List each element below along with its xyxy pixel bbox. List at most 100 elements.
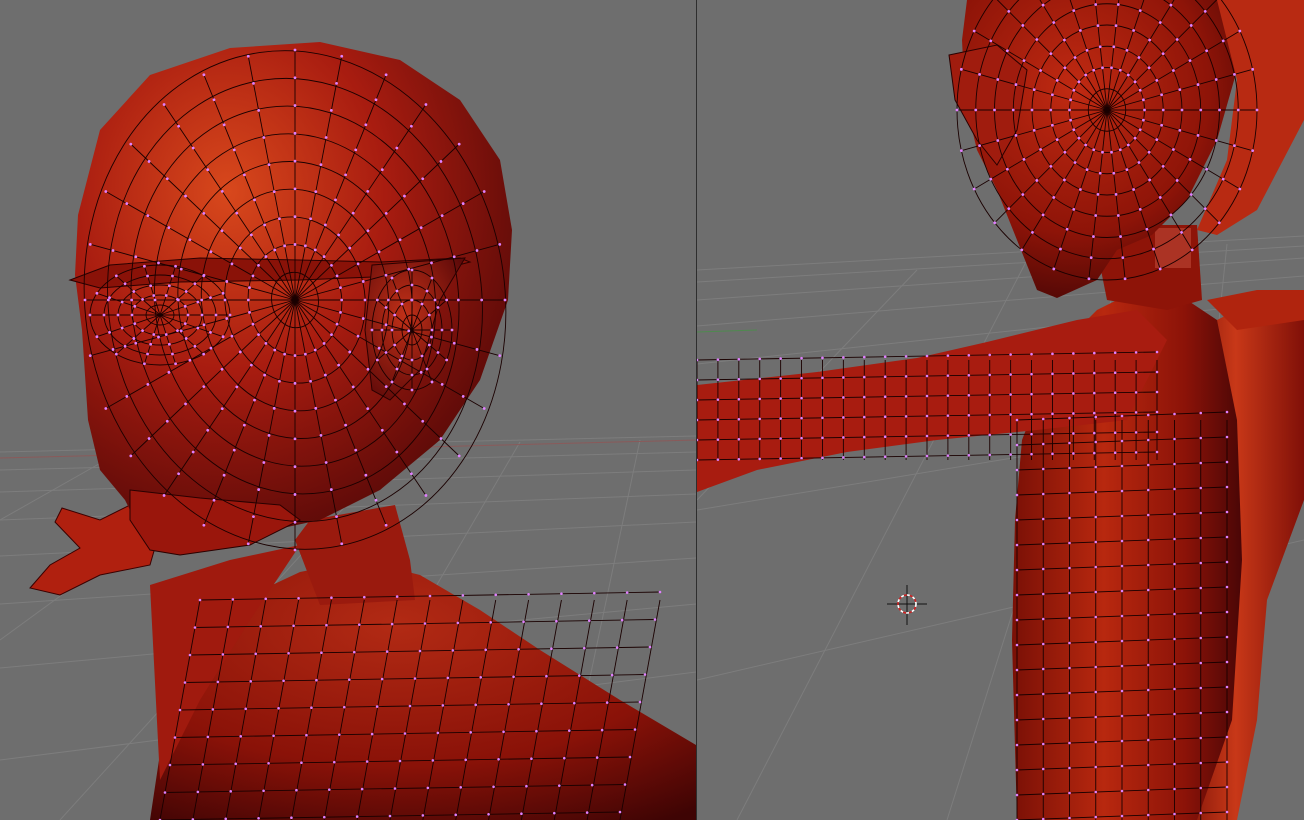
- mesh-vertex: [153, 298, 157, 302]
- mesh-vertex: [1068, 766, 1071, 770]
- mesh-vertex: [1020, 248, 1024, 252]
- mesh-vertex: [335, 81, 338, 85]
- mesh-vertex: [132, 337, 136, 340]
- mesh-vertex: [446, 676, 450, 680]
- mesh-vertex: [229, 790, 233, 793]
- mesh-vertex: [1049, 164, 1053, 168]
- mesh-vertex: [1173, 412, 1176, 416]
- mesh-vertex: [1069, 118, 1072, 122]
- mesh-vertex: [427, 343, 431, 347]
- mesh-vertex: [202, 352, 206, 356]
- mesh-vertex: [1009, 433, 1012, 436]
- mesh-vertex: [1094, 740, 1098, 744]
- mesh-vertex: [413, 677, 417, 680]
- mesh-vertex: [1132, 188, 1135, 191]
- mesh-vertex: [1030, 432, 1033, 436]
- mesh-vertex: [1114, 192, 1118, 196]
- mesh-vertex: [337, 733, 341, 736]
- mesh-vertex: [697, 378, 699, 382]
- mesh-vertex: [1158, 267, 1162, 271]
- mesh-vertex: [1225, 810, 1229, 814]
- mesh-vertex: [925, 454, 929, 458]
- mesh-vertex: [643, 673, 647, 676]
- mesh-vertex: [384, 73, 388, 77]
- mesh-vertex: [329, 488, 333, 491]
- mesh-vertex: [1146, 438, 1150, 442]
- mesh-vertex: [146, 274, 149, 278]
- mesh-vertex: [395, 289, 399, 293]
- mesh-vertex: [1022, 157, 1026, 161]
- mesh-vertex: [380, 328, 384, 332]
- mesh-vertex: [398, 358, 402, 362]
- mesh-vertex: [253, 198, 256, 202]
- mesh-vertex: [188, 358, 192, 362]
- mesh-vertex: [395, 146, 399, 150]
- mesh-vertex: [1214, 78, 1218, 81]
- mesh-vertex: [334, 198, 337, 202]
- mesh-vertex: [188, 238, 192, 242]
- mesh-vertex: [1094, 790, 1098, 794]
- mesh-vertex: [1175, 38, 1179, 41]
- mesh-vertex: [330, 596, 333, 600]
- mesh-vertex: [365, 760, 369, 763]
- mesh-vertex: [1094, 665, 1098, 669]
- mesh-vertex: [361, 280, 365, 283]
- mesh-vertex: [410, 268, 414, 272]
- mesh-vertex: [497, 757, 500, 761]
- mesh-vertex: [716, 378, 720, 381]
- mesh-vertex: [1094, 540, 1098, 544]
- mesh-vertex: [225, 280, 229, 283]
- mesh-vertex: [1059, 247, 1062, 251]
- mesh-vertex: [1178, 88, 1182, 92]
- mesh-vertex: [1015, 543, 1019, 547]
- mesh-vertex: [209, 296, 212, 300]
- mesh-vertex: [395, 595, 399, 598]
- mesh-vertex: [821, 456, 824, 460]
- mesh-vertex: [978, 144, 981, 147]
- viewport-right[interactable]: [697, 0, 1304, 820]
- mesh-vertex: [424, 494, 428, 497]
- viewport-left-canvas[interactable]: [0, 0, 696, 820]
- mesh-vertex: [967, 453, 971, 457]
- mesh-vertex: [410, 373, 414, 377]
- mesh-vertex: [494, 593, 498, 597]
- mesh-vertex: [1113, 371, 1117, 375]
- mesh-vertex: [988, 353, 992, 357]
- mesh-vertex: [1015, 768, 1019, 772]
- mesh-vertex: [231, 598, 235, 601]
- mesh-vertex: [220, 367, 224, 371]
- mesh-vertex: [1173, 562, 1176, 566]
- mesh-vertex: [232, 448, 236, 452]
- mesh-vertex: [1251, 67, 1255, 71]
- mesh-vertex: [167, 342, 171, 346]
- mesh-vertex: [1005, 49, 1009, 53]
- mesh-vertex: [184, 290, 188, 293]
- mesh-vertex: [925, 434, 929, 438]
- mesh-vertex: [1155, 390, 1159, 394]
- mesh-vertex: [1094, 3, 1098, 6]
- mesh-vertex: [1160, 123, 1164, 127]
- mesh-vertex: [464, 758, 468, 762]
- mesh-vertex: [1062, 38, 1066, 42]
- mesh-vertex: [293, 354, 297, 357]
- mesh-vertex: [340, 542, 344, 546]
- viewport-left[interactable]: [0, 0, 696, 820]
- mesh-vertex: [457, 454, 461, 458]
- mesh-vertex: [697, 358, 699, 362]
- mesh-vertex: [293, 548, 297, 552]
- 3d-cursor-icon[interactable]: [887, 585, 927, 625]
- mesh-vertex: [1221, 39, 1225, 43]
- mesh-vertex: [436, 351, 440, 354]
- mesh-vertex: [366, 367, 370, 371]
- mesh-vertex: [388, 814, 392, 818]
- mesh-vertex: [1146, 813, 1150, 817]
- mesh-vertex: [1142, 118, 1145, 122]
- mesh-vertex: [758, 457, 762, 461]
- mesh-vertex: [454, 813, 458, 817]
- viewport-right-canvas[interactable]: [697, 0, 1304, 820]
- mesh-vertex: [800, 436, 803, 440]
- mesh-vertex: [1120, 789, 1124, 793]
- mesh-vertex: [1009, 413, 1012, 416]
- mesh-vertex: [202, 274, 206, 278]
- mesh-vertex: [1113, 351, 1117, 355]
